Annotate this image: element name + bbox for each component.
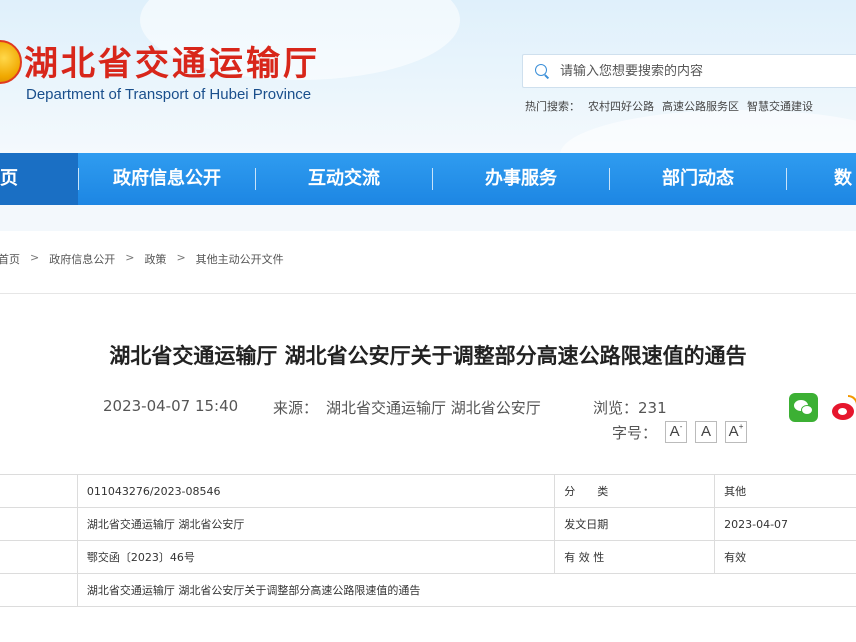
breadcrumb-separator: > bbox=[176, 251, 186, 264]
font-size-small-button[interactable]: A- bbox=[665, 421, 688, 443]
hot-search-link[interactable]: 智慧交通建设 bbox=[747, 98, 813, 114]
view-count: 浏览：231 bbox=[593, 397, 667, 418]
nav-shadow-band bbox=[0, 205, 856, 231]
site-header: 湖北省交通运输厅 Department of Transport of Hube… bbox=[0, 0, 856, 153]
weibo-signal bbox=[848, 395, 856, 405]
hot-search-link[interactable]: 高速公路服务区 bbox=[662, 98, 739, 114]
table-row: 鄂交函〔2023〕46号 有 效 性 有效 bbox=[0, 540, 856, 574]
wechat-bubble bbox=[801, 405, 813, 415]
article-source: 来源： 湖北省交通运输厅 湖北省公安厅 bbox=[273, 397, 593, 418]
views-value: 231 bbox=[638, 399, 667, 417]
breadcrumb-separator: > bbox=[30, 251, 40, 264]
table-cell: 2023-04-07 bbox=[714, 507, 856, 541]
main-nav: 页 政府信息公开 互动交流 办事服务 部门动态 数 bbox=[0, 153, 856, 205]
breadcrumb-separator: > bbox=[125, 251, 135, 264]
site-title[interactable]: 湖北省交通运输厅 bbox=[24, 36, 320, 85]
table-cell: 分 类 bbox=[554, 474, 716, 508]
table-row: 湖北省交通运输厅 湖北省公安厅 发文日期 2023-04-07 bbox=[0, 507, 856, 541]
table-cell bbox=[0, 474, 78, 508]
search-box bbox=[522, 54, 856, 88]
font-size-control: 字号： A- A A+ bbox=[612, 421, 748, 443]
font-size-medium-button[interactable]: A bbox=[695, 421, 718, 443]
table-cell bbox=[0, 507, 78, 541]
source-label: 来源： bbox=[273, 399, 319, 417]
table-cell: 011043276/2023-08546 bbox=[76, 474, 556, 508]
site-subtitle: Department of Transport of Hubei Provinc… bbox=[26, 86, 312, 103]
font-size-large-button[interactable]: A+ bbox=[725, 421, 748, 443]
search-input[interactable] bbox=[560, 63, 840, 79]
breadcrumb: 首页 > 政府信息公开 > 政策 > 其他主动公开文件 bbox=[0, 251, 284, 267]
hot-search-link[interactable]: 农村四好公路 bbox=[588, 98, 654, 114]
nav-item-services[interactable]: 办事服务 bbox=[433, 153, 609, 205]
breadcrumb-current[interactable]: 其他主动公开文件 bbox=[196, 251, 284, 267]
nav-item-home[interactable]: 页 bbox=[0, 153, 78, 205]
table-cell: 湖北省交通运输厅 湖北省公安厅 bbox=[76, 507, 556, 541]
views-label: 浏览： bbox=[593, 399, 639, 417]
table-cell: 有效 bbox=[714, 540, 856, 574]
font-size-medium-label: A bbox=[701, 423, 712, 440]
weibo-eye bbox=[838, 408, 847, 415]
source-value: 湖北省交通运输厅 湖北省公安厅 bbox=[326, 399, 541, 417]
hot-search-label: 热门搜索： bbox=[525, 100, 580, 113]
content-divider bbox=[0, 293, 856, 294]
font-size-large-label: A bbox=[728, 423, 739, 440]
table-cell: 鄂交函〔2023〕46号 bbox=[76, 540, 556, 574]
breadcrumb-gov-info[interactable]: 政府信息公开 bbox=[49, 251, 115, 267]
table-cell: 有 效 性 bbox=[554, 540, 716, 574]
article-title: 湖北省交通运输厅 湖北省公安厅关于调整部分高速公路限速值的通告 bbox=[109, 344, 747, 368]
weibo-icon[interactable] bbox=[830, 393, 856, 423]
table-cell: 其他 bbox=[714, 474, 856, 508]
font-size-small-label: A bbox=[669, 423, 680, 440]
wechat-icon[interactable] bbox=[789, 393, 818, 422]
article-meta: 2023-04-07 15:40 来源： 湖北省交通运输厅 湖北省公安厅 浏览：2… bbox=[103, 397, 667, 418]
search-icon[interactable] bbox=[535, 63, 550, 79]
nav-item-data[interactable]: 数 bbox=[834, 153, 856, 205]
breadcrumb-home[interactable]: 首页 bbox=[0, 251, 20, 267]
header-decoration bbox=[560, 110, 856, 153]
nav-item-news[interactable]: 部门动态 bbox=[610, 153, 786, 205]
nav-item-interaction[interactable]: 互动交流 bbox=[256, 153, 432, 205]
emblem-logo[interactable] bbox=[0, 40, 22, 84]
table-row: 011043276/2023-08546 分 类 其他 bbox=[0, 474, 856, 508]
breadcrumb-policy[interactable]: 政策 bbox=[144, 251, 166, 267]
table-row: 湖北省交通运输厅 湖北省公安厅关于调整部分高速公路限速值的通告 bbox=[0, 573, 856, 607]
table-cell: 湖北省交通运输厅 湖北省公安厅关于调整部分高速公路限速值的通告 bbox=[76, 573, 856, 607]
hot-search: 热门搜索： 农村四好公路 高速公路服务区 智慧交通建设 bbox=[525, 98, 813, 114]
font-size-label: 字号： bbox=[612, 423, 658, 442]
nav-divider bbox=[786, 168, 787, 190]
table-cell bbox=[0, 540, 78, 574]
nav-item-gov-info[interactable]: 政府信息公开 bbox=[79, 153, 255, 205]
table-cell bbox=[0, 573, 78, 607]
document-info-table: 011043276/2023-08546 分 类 其他 湖北省交通运输厅 湖北省… bbox=[0, 474, 856, 607]
table-cell: 发文日期 bbox=[554, 507, 716, 541]
publish-date: 2023-04-07 15:40 bbox=[103, 397, 239, 415]
